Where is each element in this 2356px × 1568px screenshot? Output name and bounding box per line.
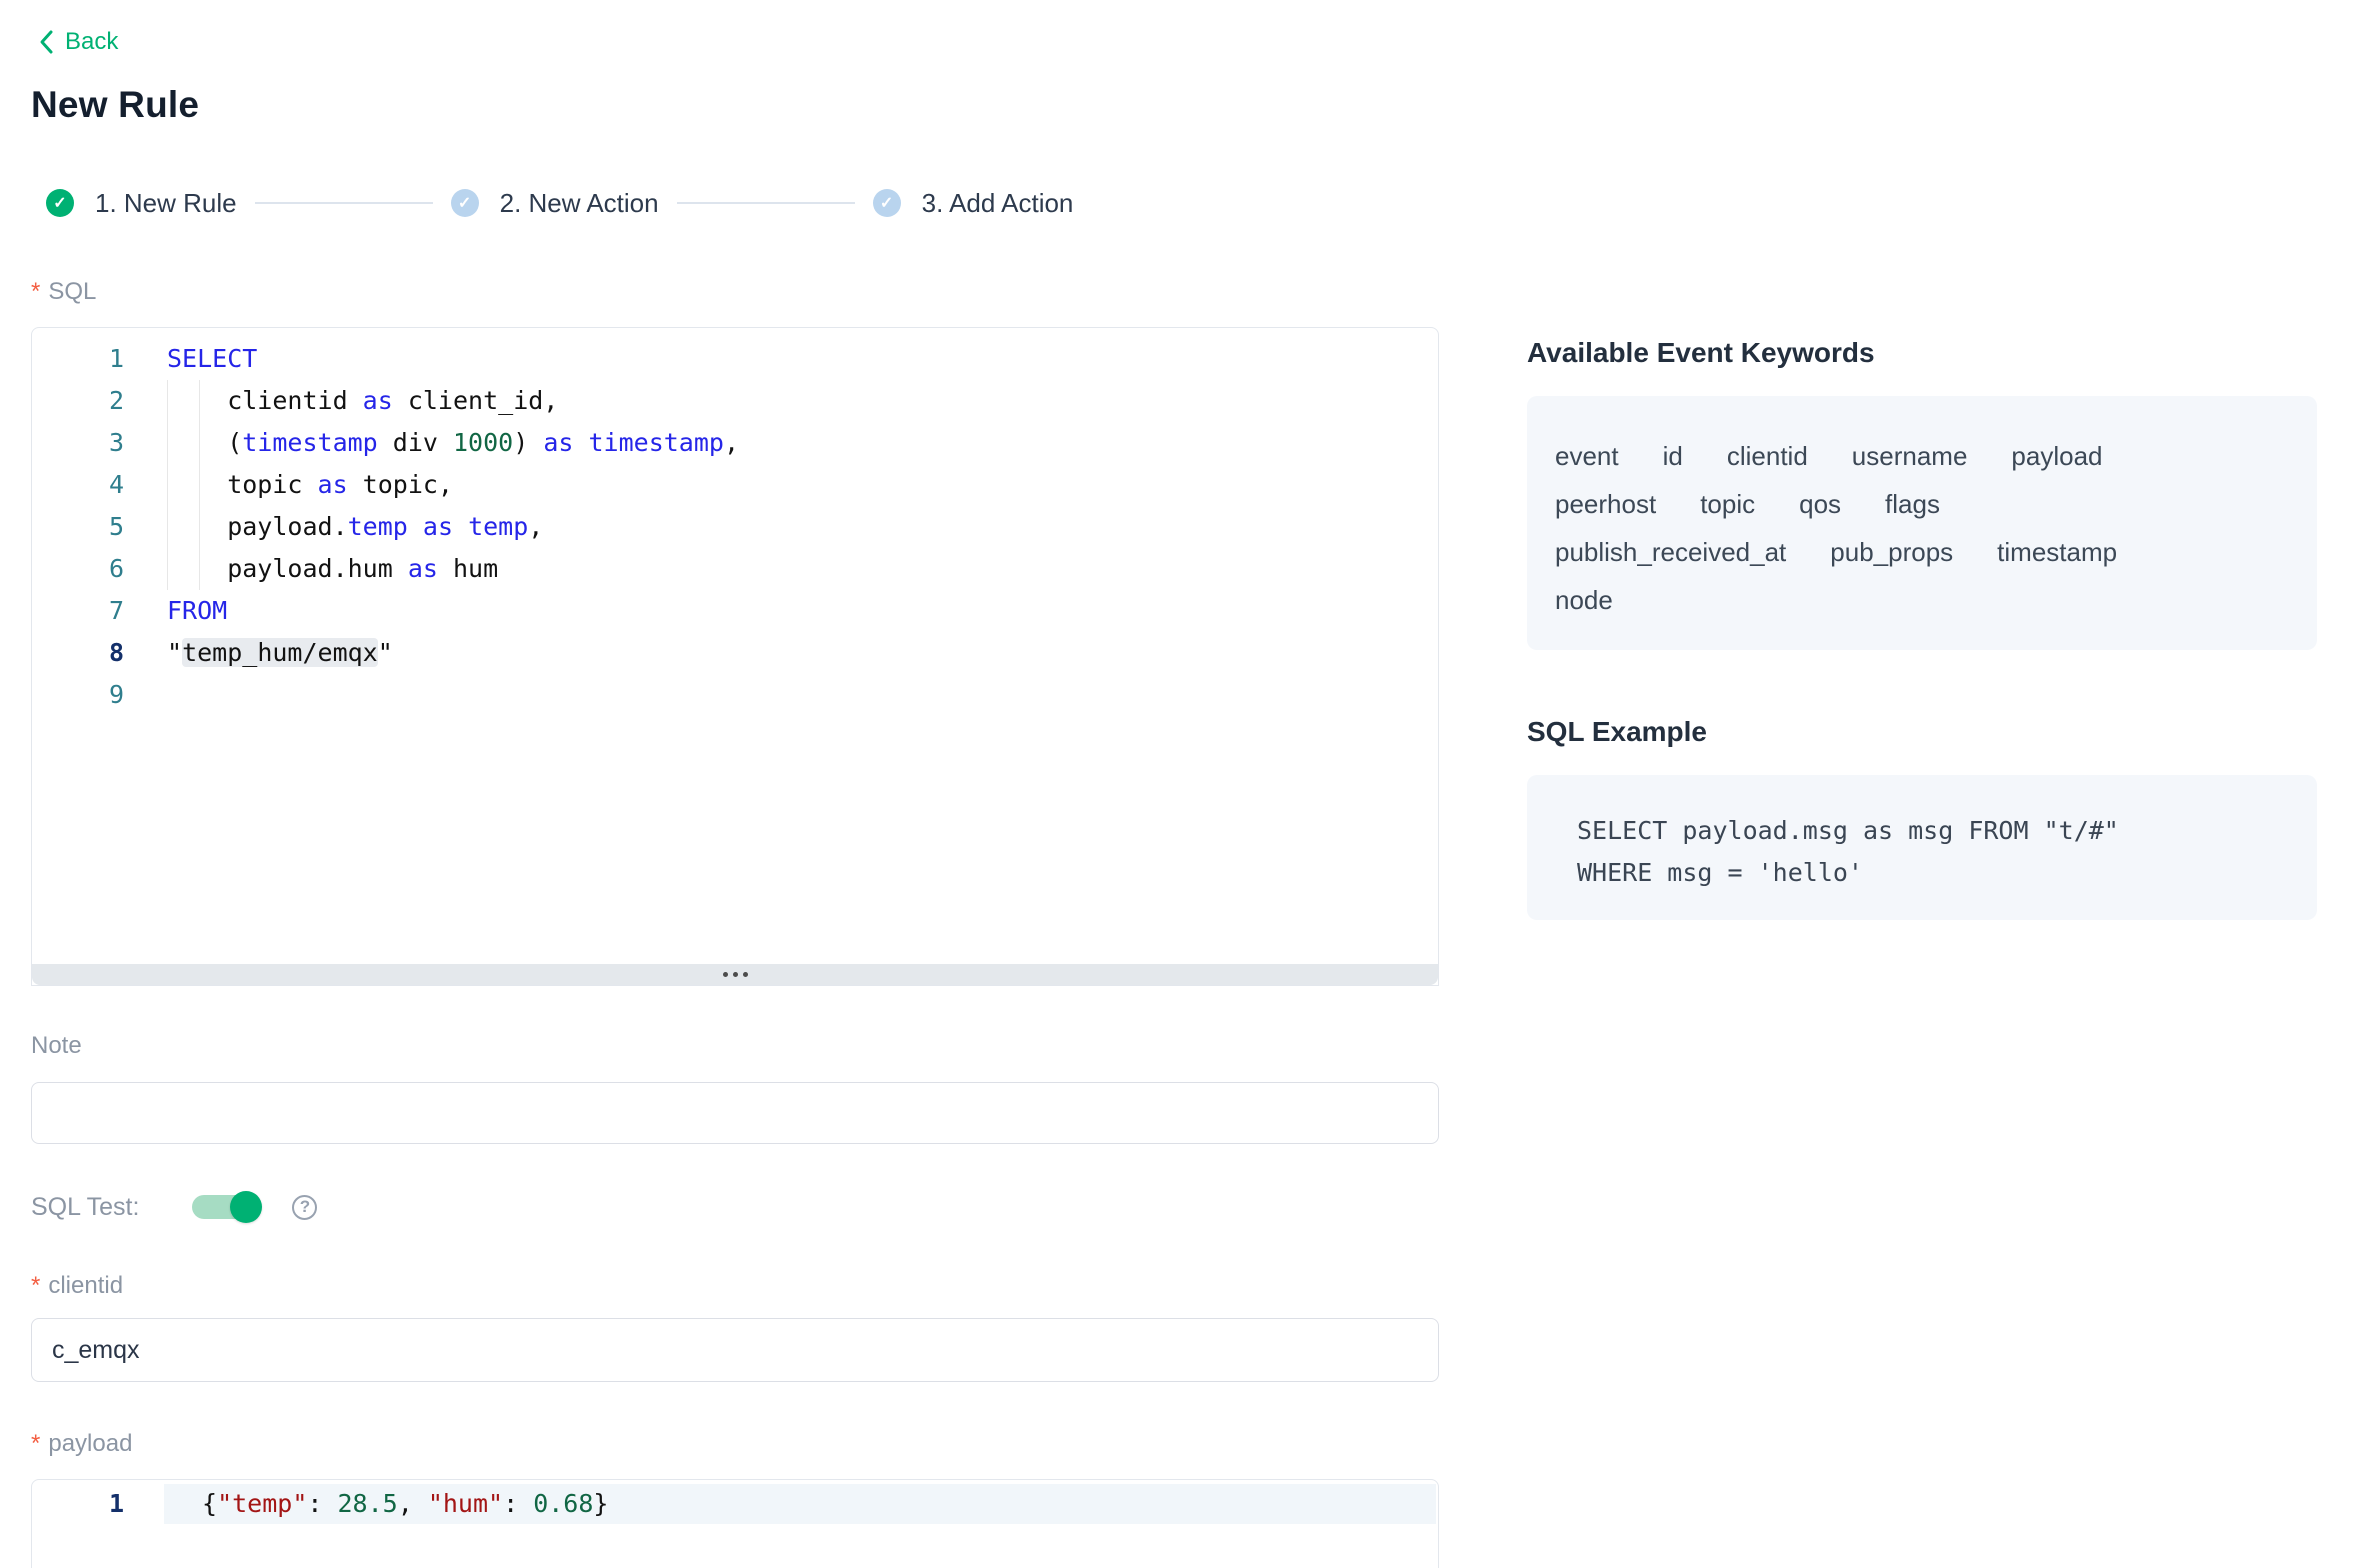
help-panel: Available Event Keywords eventid clientid…: [1527, 337, 2317, 920]
code-text: (timestamp div 1000) as timestamp,: [167, 422, 739, 464]
page-title: New Rule: [31, 84, 1439, 126]
code-text: payload.hum as hum: [167, 548, 498, 590]
required-asterisk: *: [31, 1430, 40, 1457]
editor-resize-handle[interactable]: [32, 964, 1438, 985]
code-text: topic as topic,: [167, 464, 453, 506]
back-link[interactable]: Back: [37, 28, 118, 56]
line-number: 5: [32, 506, 137, 548]
code-line[interactable]: 1 SELECT: [32, 338, 1438, 380]
code-line[interactable]: 9: [32, 674, 1438, 716]
line-number: 2: [32, 380, 137, 422]
note-input[interactable]: [31, 1082, 1439, 1144]
keyword-item: pub_props: [1830, 528, 1953, 576]
step-connector-line: [677, 202, 855, 204]
line-number: 7: [32, 590, 137, 632]
keyword-item: node: [1555, 576, 1613, 624]
sql-test-row: SQL Test: ?: [31, 1190, 1439, 1224]
keyword-row: node: [1555, 576, 2285, 624]
code-text: {"temp": 28.5, "hum": 0.68}: [202, 1484, 608, 1524]
keyword-item: id: [1663, 432, 1683, 480]
step-label: 3. Add Action: [922, 188, 1074, 219]
help-icon[interactable]: ?: [292, 1195, 317, 1220]
step-check-icon: ✓: [451, 189, 479, 217]
keyword-item: username: [1852, 432, 1968, 480]
keyword-item: publish_received_at: [1555, 528, 1786, 576]
sql-example-box: SELECT payload.msg as msg FROM "t/#" WHE…: [1527, 775, 2317, 920]
step-label: 2. New Action: [500, 188, 659, 219]
line-number: 4: [32, 464, 137, 506]
keyword-item: payload: [2011, 432, 2102, 480]
note-field-label: Note: [31, 1032, 1439, 1060]
code-text: payload.temp as temp,: [167, 506, 543, 548]
keyword-item: peerhost: [1555, 480, 1656, 528]
code-text: SELECT: [167, 338, 257, 380]
keyword-row: eventid clientid username payload: [1555, 432, 2285, 480]
resize-dot: [733, 972, 738, 977]
stepper-step-1[interactable]: ✓ 1. New Rule: [46, 188, 237, 219]
code-text: "temp_hum/emqx": [167, 632, 393, 674]
resize-dot: [723, 972, 728, 977]
sql-field-label: *SQL: [31, 278, 1439, 306]
keyword-item: timestamp: [1997, 528, 2117, 576]
code-line[interactable]: 8 "temp_hum/emqx": [32, 632, 1438, 674]
new-rule-page: Back New Rule ✓ 1. New Rule ✓ 2. New Action…: [0, 0, 2356, 1568]
toggle-knob: [230, 1191, 262, 1223]
payload-field-label: *payload: [31, 1430, 1439, 1458]
keywords-heading: Available Event Keywords: [1527, 337, 2317, 369]
code-line[interactable]: 4 topic as topic,: [32, 464, 1438, 506]
keyword-row: publish_received_at pub_props timestamp: [1555, 528, 2285, 576]
code-text: FROM: [167, 590, 227, 632]
keywords-box: eventid clientid username payload peerhost to…: [1527, 396, 2317, 650]
step-connector-line: [255, 202, 433, 204]
keyword-item: event: [1555, 432, 1619, 480]
keyword-item: qos: [1799, 480, 1841, 528]
chevron-left-icon: [37, 29, 55, 55]
required-asterisk: *: [31, 278, 40, 305]
line-number: 1: [32, 1484, 137, 1524]
keyword-item: clientid: [1727, 432, 1808, 480]
line-number: 9: [32, 674, 137, 716]
payload-code-editor[interactable]: 1 {"temp": 28.5, "hum": 0.68}: [31, 1479, 1439, 1568]
step-check-icon: ✓: [46, 189, 74, 217]
clientid-field-label: *clientid: [31, 1272, 1439, 1300]
sql-editor-content[interactable]: 1SELECT2 clientid as client_id,3 (timest…: [32, 328, 1438, 964]
keyword-item: topic: [1700, 480, 1755, 528]
code-line[interactable]: 3 (timestamp div 1000) as timestamp,: [32, 422, 1438, 464]
stepper-step-2[interactable]: ✓ 2. New Action: [451, 188, 659, 219]
line-number: 6: [32, 548, 137, 590]
back-label: Back: [65, 28, 118, 56]
sql-example-code: SELECT payload.msg as msg FROM "t/#" WHE…: [1577, 810, 2287, 894]
step-check-icon: ✓: [873, 189, 901, 217]
code-line[interactable]: 5 payload.temp as temp,: [32, 506, 1438, 548]
code-line[interactable]: 6 payload.hum as hum: [32, 548, 1438, 590]
line-number: 3: [32, 422, 137, 464]
code-text: clientid as client_id,: [167, 380, 558, 422]
code-line[interactable]: 7 FROM: [32, 590, 1438, 632]
wizard-stepper: ✓ 1. New Rule ✓ 2. New Action ✓ 3. Add Action: [31, 187, 1439, 219]
line-number: 8: [32, 632, 137, 674]
sql-code-editor[interactable]: 1SELECT2 clientid as client_id,3 (timest…: [31, 327, 1439, 986]
sql-test-label: SQL Test:: [31, 1193, 139, 1222]
code-line[interactable]: 2 clientid as client_id,: [32, 380, 1438, 422]
stepper-step-3[interactable]: ✓ 3. Add Action: [873, 188, 1074, 219]
sql-test-toggle[interactable]: [192, 1195, 260, 1219]
required-asterisk: *: [31, 1272, 40, 1299]
keyword-item: flags: [1885, 480, 1940, 528]
clientid-input[interactable]: [31, 1318, 1439, 1382]
rule-form-column: Back New Rule ✓ 1. New Rule ✓ 2. New Action…: [31, 0, 1439, 1568]
keyword-row: peerhost topic qos flags: [1555, 480, 2285, 528]
line-number: 1: [32, 338, 137, 380]
sql-example-heading: SQL Example: [1527, 716, 2317, 748]
code-line[interactable]: 1 {"temp": 28.5, "hum": 0.68}: [32, 1484, 1438, 1524]
step-label: 1. New Rule: [95, 188, 237, 219]
payload-editor-content[interactable]: 1 {"temp": 28.5, "hum": 0.68}: [32, 1480, 1438, 1524]
resize-dot: [743, 972, 748, 977]
